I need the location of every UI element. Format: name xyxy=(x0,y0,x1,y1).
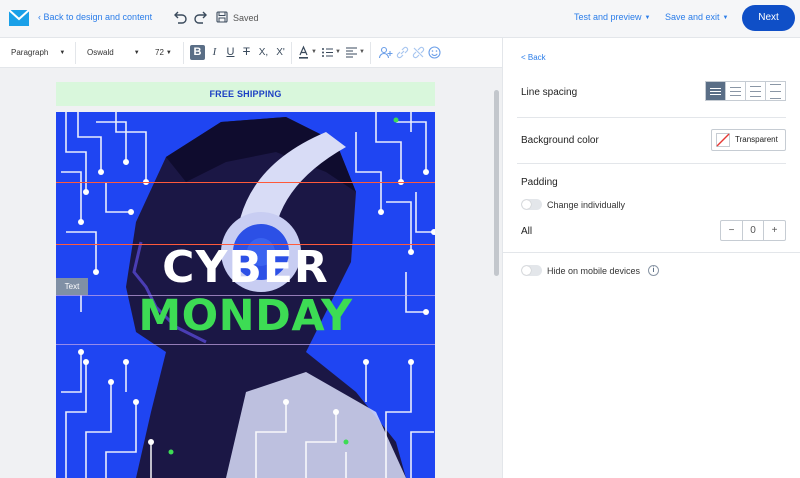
caret-down-icon: ▼ xyxy=(133,50,140,56)
test-and-preview-menu[interactable]: Test and preview ▼ xyxy=(574,12,651,22)
info-icon[interactable]: i xyxy=(648,265,659,276)
caret-down-icon: ▼ xyxy=(359,49,365,55)
line-spacing-label: Line spacing xyxy=(521,87,578,98)
background-color-picker[interactable]: Transparent xyxy=(711,129,786,151)
italic-icon[interactable]: I xyxy=(207,45,222,60)
redo-icon[interactable] xyxy=(193,9,209,25)
hide-on-mobile-toggle[interactable] xyxy=(521,265,542,276)
text-color-icon[interactable] xyxy=(296,45,311,60)
line-spacing-compact-button[interactable] xyxy=(706,82,726,100)
text-block-tag[interactable]: Text xyxy=(56,278,88,295)
back-to-design-link[interactable]: ‹ Back to design and content xyxy=(38,12,152,22)
settings-panel xyxy=(502,38,800,478)
font-size-select[interactable]: 72 ▼ xyxy=(155,48,172,57)
caret-down-icon: ▼ xyxy=(311,49,317,55)
transparent-swatch-icon xyxy=(716,133,730,147)
logo-icon xyxy=(9,10,29,26)
headline-monday[interactable]: MONDAY xyxy=(56,291,435,341)
panel-back-link[interactable]: < Back xyxy=(521,53,546,62)
link-icon[interactable] xyxy=(395,45,410,60)
divider xyxy=(75,42,76,64)
text-toolbar: Paragraph ▼ Oswald ▼ 72 ▼ B I U T X, X' ▼ ▼… xyxy=(0,38,502,68)
block-guide-line xyxy=(56,182,435,183)
align-icon[interactable] xyxy=(344,45,359,60)
unlink-icon[interactable] xyxy=(411,45,426,60)
padding-increase-button[interactable]: + xyxy=(764,221,785,240)
caret-down-icon: ▼ xyxy=(165,50,172,56)
saved-status: Saved xyxy=(233,13,259,23)
divider xyxy=(370,42,371,64)
padding-value-input[interactable]: 0 xyxy=(742,221,764,240)
paragraph-style-select[interactable]: Paragraph ▼ xyxy=(11,48,65,57)
background-color-label: Background color xyxy=(521,135,599,146)
strikethrough-icon[interactable]: T xyxy=(239,45,254,60)
line-spacing-options xyxy=(705,81,786,101)
undo-icon[interactable] xyxy=(172,9,188,25)
subscript-icon[interactable]: X, xyxy=(256,45,271,60)
underline-icon[interactable]: U xyxy=(223,45,238,60)
hide-on-mobile-label: Hide on mobile devices xyxy=(547,266,641,276)
top-bar: ‹ Back to design and content Saved Test … xyxy=(0,0,800,38)
superscript-icon[interactable]: X' xyxy=(273,45,288,60)
divider xyxy=(517,117,786,118)
padding-label: Padding xyxy=(521,177,558,188)
headline-cyber[interactable]: CYBER xyxy=(56,242,435,293)
background-color-value: Transparent xyxy=(735,135,778,144)
line-spacing-relaxed-button[interactable] xyxy=(746,82,766,100)
save-and-exit-menu[interactable]: Save and exit ▼ xyxy=(665,12,729,22)
divider xyxy=(503,252,800,253)
emoji-icon[interactable] xyxy=(427,45,442,60)
line-spacing-normal-button[interactable] xyxy=(726,82,746,100)
line-spacing-wide-button[interactable] xyxy=(766,82,785,100)
font-family-select[interactable]: Oswald ▼ xyxy=(87,48,140,57)
caret-down-icon: ▼ xyxy=(335,49,341,55)
padding-stepper: − 0 + xyxy=(720,220,786,241)
divider xyxy=(517,163,786,164)
caret-down-icon: ▼ xyxy=(59,50,66,56)
change-individually-label: Change individually xyxy=(547,200,626,210)
divider xyxy=(183,42,184,64)
next-button[interactable]: Next xyxy=(742,5,795,31)
personalize-icon[interactable] xyxy=(378,45,393,60)
padding-decrease-button[interactable]: − xyxy=(721,221,742,240)
caret-down-icon: ▼ xyxy=(722,15,729,21)
block-guide-line xyxy=(56,344,435,345)
canvas-scrollbar[interactable] xyxy=(494,90,499,276)
bold-icon[interactable]: B xyxy=(190,45,205,60)
caret-down-icon: ▼ xyxy=(644,15,651,21)
padding-all-label: All xyxy=(521,226,533,237)
save-icon xyxy=(216,11,228,23)
list-icon[interactable] xyxy=(320,45,335,60)
change-individually-toggle[interactable] xyxy=(521,199,542,210)
free-shipping-banner[interactable]: FREE SHIPPING xyxy=(56,82,435,106)
divider xyxy=(291,42,292,64)
